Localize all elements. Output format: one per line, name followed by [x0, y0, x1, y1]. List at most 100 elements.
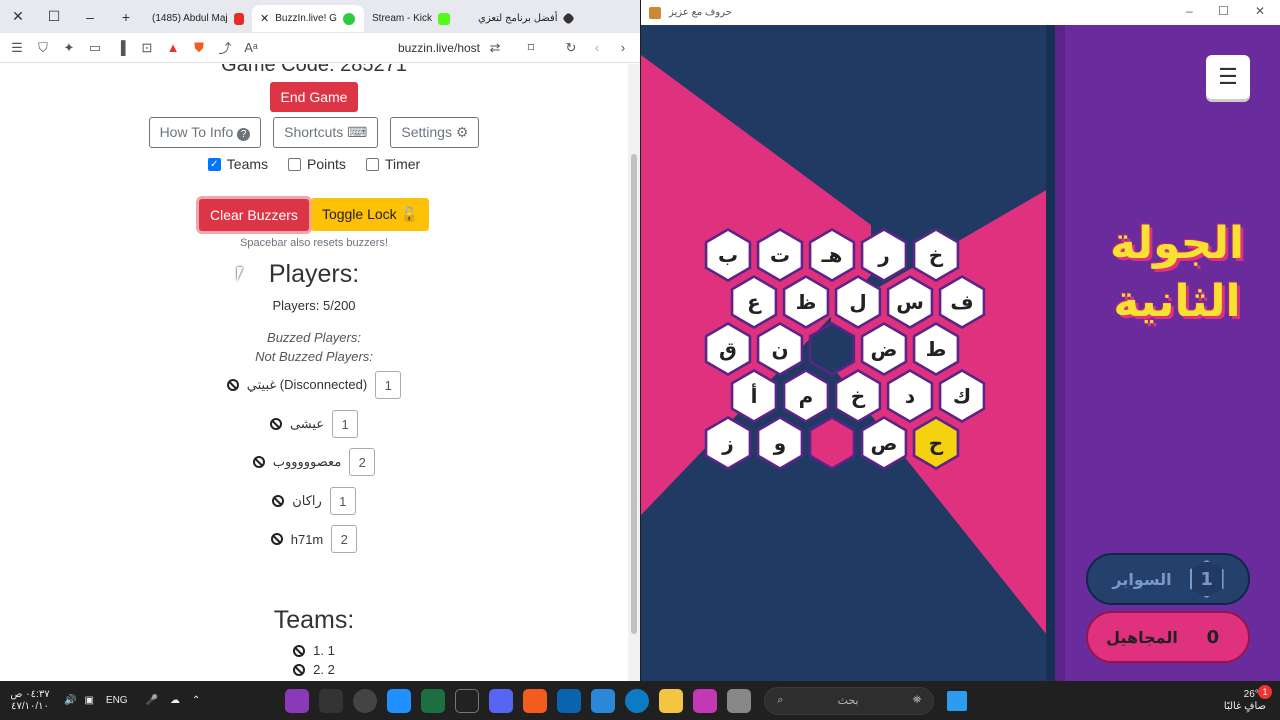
windows-start-icon[interactable] [947, 690, 968, 711]
hex-cell[interactable]: ط [909, 322, 963, 376]
hex-cell[interactable]: ص [857, 416, 911, 470]
player-team-input[interactable]: 1 [332, 410, 359, 438]
bookmark-icon[interactable]: ⌑ [520, 37, 542, 59]
edge-icon[interactable] [625, 688, 650, 713]
cloud-icon[interactable]: ☁ [170, 695, 180, 706]
hex-cell[interactable]: ق [701, 322, 755, 376]
shield-icon[interactable]: ⛉ [32, 37, 54, 59]
clear-buzzers-button[interactable]: Clear Buzzers [199, 198, 309, 231]
tab-youtube[interactable]: (1485) Abdul Maj [144, 5, 252, 32]
tab-buzzin[interactable]: ✕ BuzzIn.live! G [252, 5, 364, 32]
brave-icon[interactable] [523, 688, 548, 713]
hex-cell[interactable]: ع [727, 275, 781, 329]
hex-cell[interactable]: ن [753, 322, 807, 376]
wallet-icon[interactable]: ▭ [84, 37, 106, 59]
forward-icon[interactable]: › [612, 37, 634, 59]
clock[interactable]: ٠٤:٣٧ ص ٤٧/١٠/١٠ [0, 689, 60, 713]
ban-icon[interactable] [272, 495, 285, 507]
app-obs-icon[interactable] [353, 688, 378, 713]
shortcuts-button[interactable]: Shortcuts ⌨ [273, 117, 379, 148]
scrollbar-thumb[interactable] [631, 154, 637, 634]
app-window-icon[interactable] [727, 688, 752, 713]
m365-icon[interactable] [693, 688, 718, 713]
player-team-input[interactable]: 1 [375, 371, 402, 399]
app-mw-icon[interactable] [319, 688, 344, 713]
hex-cell[interactable]: ل [831, 275, 885, 329]
back-icon[interactable]: ‹ [586, 37, 608, 59]
tab-close-icon[interactable]: ✕ [260, 12, 269, 25]
scrollbar[interactable] [628, 64, 640, 681]
hex-cell[interactable]: ظ [779, 275, 833, 329]
hex-cell[interactable]: ض [857, 322, 911, 376]
player-team-input[interactable]: 2 [331, 525, 358, 553]
tab-arabic[interactable]: أفضل برنامج لتعزي [470, 5, 582, 32]
extension-icon[interactable]: ✦ [58, 37, 80, 59]
new-tab-icon[interactable]: + [108, 0, 144, 33]
hex-cell[interactable]: د [883, 369, 937, 423]
hex-cell[interactable]: م [779, 369, 833, 423]
notification-badge[interactable]: 1 [1258, 685, 1272, 699]
ban-icon[interactable] [293, 644, 306, 657]
ban-icon[interactable] [293, 663, 306, 676]
tab-kick[interactable]: Stream - Kick [364, 5, 470, 32]
hex-cell[interactable]: ح [909, 416, 963, 470]
hex-cell[interactable]: خ [909, 228, 963, 282]
brave-shields-icon[interactable]: ⛊ [188, 37, 210, 59]
hex-cell[interactable] [805, 416, 859, 470]
hex-cell[interactable]: خ [831, 369, 885, 423]
address-bar[interactable]: buzzin.live/host [398, 41, 480, 55]
folder-icon[interactable] [659, 688, 684, 713]
close-icon[interactable]: ✕ [1255, 4, 1265, 18]
maximize-icon[interactable]: ☐ [1218, 4, 1229, 18]
minimize-icon[interactable]: – [1186, 4, 1193, 18]
ban-icon[interactable] [252, 456, 265, 468]
search-box[interactable]: ⌕ بحث ⛯ [764, 686, 935, 715]
volume-icon[interactable]: 🔊 [64, 695, 76, 706]
app-capcut-icon[interactable] [455, 688, 480, 713]
hamburger-menu-button[interactable]: ☰ [1206, 55, 1250, 99]
language-indicator[interactable]: ENG [106, 695, 128, 706]
sidebar-icon[interactable]: ▐ [110, 37, 132, 59]
hex-cell[interactable]: ك [935, 369, 989, 423]
hex-cell[interactable]: ر [857, 228, 911, 282]
brave-rewards-icon[interactable]: ▲ [162, 37, 184, 59]
hex-cell[interactable]: ز [701, 416, 755, 470]
close-window-icon[interactable]: ✕ [0, 0, 36, 33]
hex-cell[interactable]: ب [701, 228, 755, 282]
minimize-icon[interactable]: – [72, 0, 108, 33]
end-game-button[interactable]: End Game [269, 82, 359, 112]
hex-cell[interactable]: ف [935, 275, 989, 329]
player-team-input[interactable]: 2 [349, 448, 376, 476]
points-checkbox[interactable]: Points [288, 156, 346, 172]
hex-cell[interactable]: و [753, 416, 807, 470]
share-icon[interactable]: ⤴ [214, 37, 236, 59]
store-icon[interactable] [591, 688, 616, 713]
how-to-info-button[interactable]: How To Info ? [148, 117, 262, 148]
hex-cell[interactable]: هـ [805, 228, 859, 282]
hex-cell[interactable]: ت [753, 228, 807, 282]
outlook-icon[interactable] [557, 688, 582, 713]
discord-icon[interactable] [489, 688, 514, 713]
teams-checkbox[interactable]: ✓ Teams [207, 156, 268, 172]
app-blue-icon[interactable] [387, 688, 412, 713]
menu-icon[interactable]: ☰ [6, 37, 28, 59]
settings-button[interactable]: Settings ⚙ [390, 117, 480, 148]
app-game-icon[interactable] [285, 688, 310, 713]
chevron-up-icon[interactable]: ⌃ [192, 695, 200, 706]
toggle-lock-button[interactable]: Toggle Lock 🔓 [310, 198, 429, 231]
hex-cell[interactable] [805, 322, 859, 376]
maximize-icon[interactable]: ☐ [36, 0, 72, 33]
ban-icon[interactable] [226, 379, 239, 391]
reload-icon[interactable]: ↻ [560, 37, 582, 59]
screenshot-icon[interactable]: ⊡ [136, 37, 158, 59]
translate-icon[interactable]: Aᵃ [240, 37, 262, 59]
timer-checkbox[interactable]: Timer [365, 156, 420, 172]
network-icon[interactable]: ▣ [84, 695, 93, 706]
player-team-input[interactable]: 1 [329, 487, 356, 515]
hex-cell[interactable]: أ [727, 369, 781, 423]
app-excel-icon[interactable] [421, 688, 446, 713]
ban-icon[interactable] [270, 533, 283, 545]
ban-icon[interactable] [269, 418, 282, 430]
microphone-icon[interactable]: 🎤 [146, 695, 158, 706]
hex-cell[interactable]: س [883, 275, 937, 329]
